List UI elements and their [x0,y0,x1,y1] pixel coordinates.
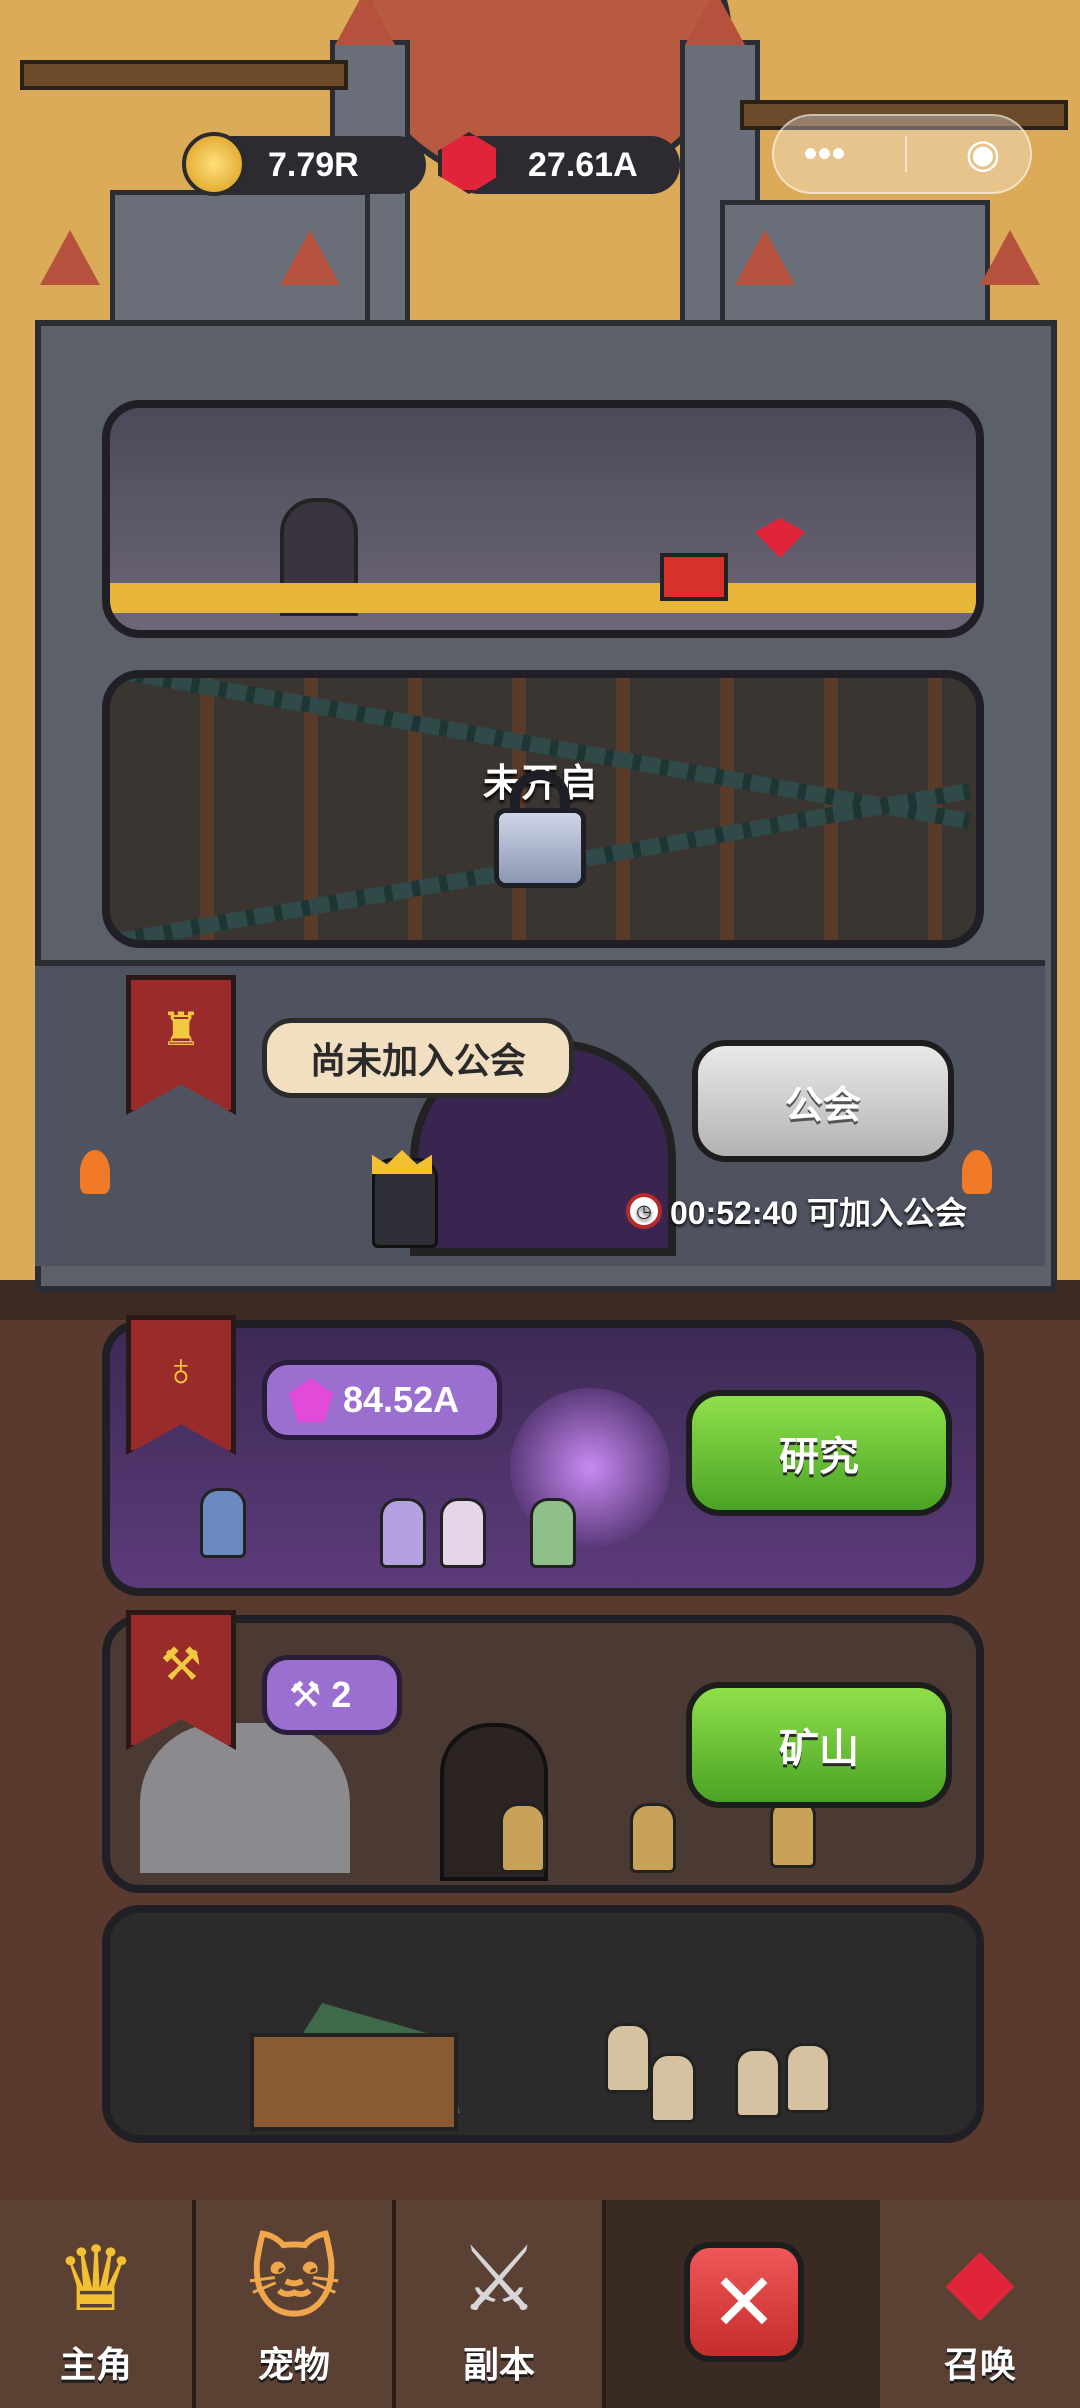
more-menu-icon[interactable]: ••• [804,132,846,177]
research-amount-bubble: 84.52A [262,1360,502,1440]
clock-icon: ◷ [626,1193,662,1229]
guild-status-bubble: 尚未加入公会 [262,1018,574,1098]
mine-count-bubble: ⚒ 2 [262,1655,402,1735]
capsule-divider [904,136,907,172]
tower-roof-right [685,0,745,45]
pickaxe-icon: ⚒ [160,1638,202,1690]
pickaxe-small-icon: ⚒ [289,1674,322,1715]
storage-room[interactable] [102,1905,984,2143]
tower-roof-left [335,0,395,45]
miniprogram-capsule: ••• ◉ [772,114,1032,194]
treasure-chest-icon [660,553,728,601]
turret-roof-1 [40,230,100,285]
pink-gem-icon [289,1378,333,1422]
close-button[interactable]: ✕ [684,2242,804,2362]
gold-coin-icon [182,132,246,196]
research-button[interactable]: 研究 [686,1390,952,1516]
treasury-room[interactable] [102,400,984,638]
swords-icon: ⚔ [458,2230,540,2330]
potion-icon: ♁ [163,1343,199,1395]
turret-roof-2 [280,230,340,285]
cat-icon: 🐱 [247,2230,341,2330]
nav-tab-dungeon[interactable]: ⚔ 副本 [396,2200,606,2408]
padlock-icon [494,808,586,888]
turret-roof-3 [735,230,795,285]
summon-gem-icon: ◆ [945,2230,1015,2330]
torch-icon [962,1150,992,1194]
guild-timer: ◷ 00:52:40 可加入公会 [626,1188,967,1234]
castle-icon: ♜ [160,1003,202,1055]
ruby-icon [755,518,805,558]
mine-button[interactable]: 矿山 [686,1682,952,1808]
turret-roof-4 [980,230,1040,285]
close-icon: ✕ [710,2257,778,2347]
nav-tab-pet[interactable]: 🐱 宠物 [196,2200,396,2408]
exit-miniprogram-icon[interactable]: ◉ [966,131,1001,177]
nav-tab-hero[interactable]: ♛ 主角 [0,2200,196,2408]
crown-icon: ♛ [55,2230,137,2330]
nav-tab-summon[interactable]: ◆ 召唤 [880,2200,1080,2408]
crane-left [20,60,348,90]
guild-button[interactable]: 公会 [692,1040,954,1162]
torch-icon [80,1150,110,1194]
